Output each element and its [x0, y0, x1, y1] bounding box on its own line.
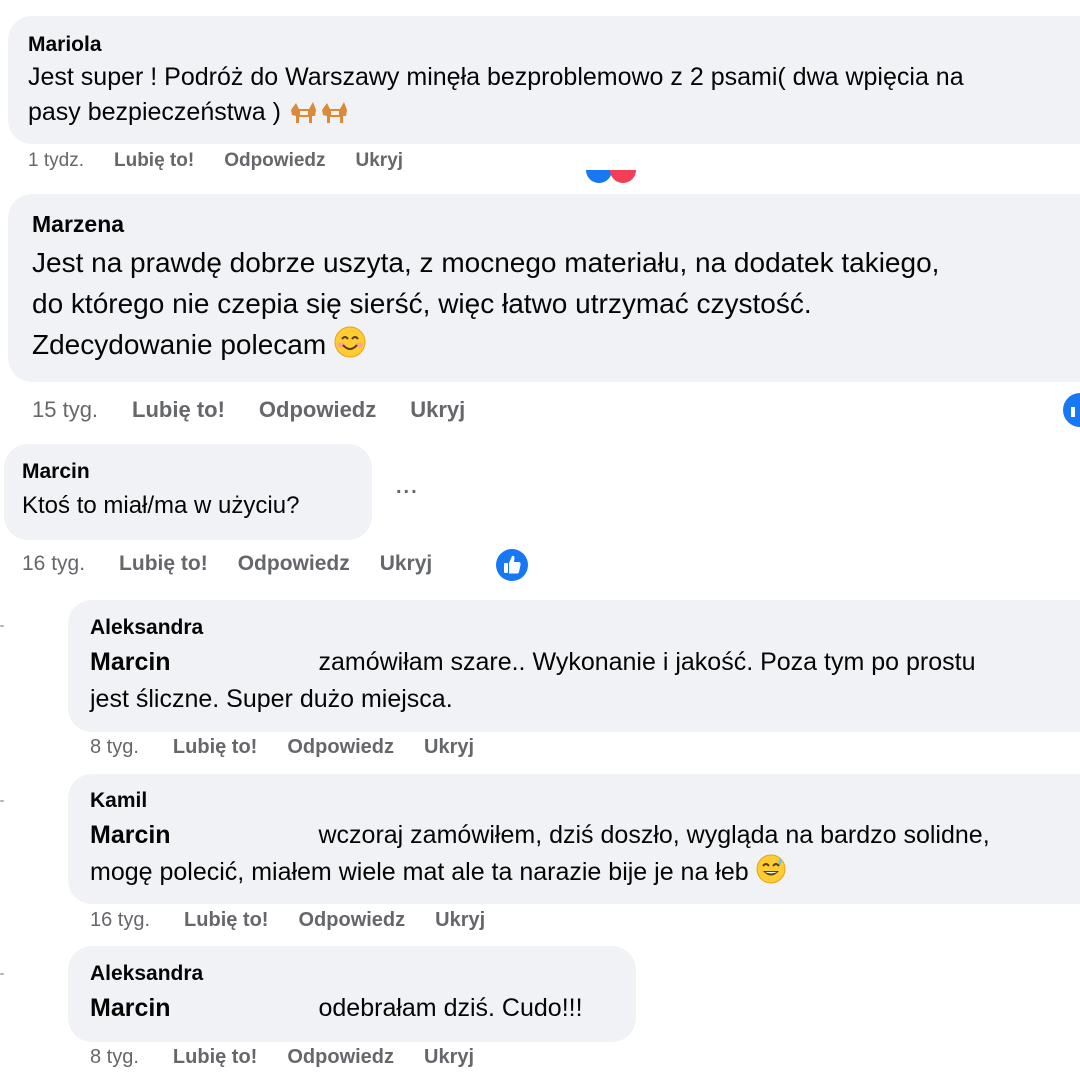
thread-line-mark: [0, 625, 4, 627]
reply-text-line: Marcin zamówiłam szare.. Wykonanie i jak…: [90, 644, 975, 681]
comments-thread: Mariola Jest super ! Podróż do Warszawy …: [0, 0, 1080, 1080]
comment-text-line: Jest super ! Podróż do Warszawy minęła b…: [28, 63, 964, 91]
like-button[interactable]: Lubię to!: [114, 150, 194, 172]
like-reaction-icon[interactable]: [495, 548, 529, 587]
thread-line-mark: [0, 973, 4, 975]
reply-button[interactable]: Odpowiedz: [298, 909, 405, 932]
comment-actions: 16 tyg. Lubię to! Odpowiedz Ukryj: [22, 552, 432, 576]
comment-text-line: do którego nie czepia się sierść, więc ł…: [32, 288, 812, 319]
like-button[interactable]: Lubię to!: [173, 736, 257, 759]
comment-text-line: Ktoś to miał/ma w użyciu?: [22, 492, 300, 519]
like-button[interactable]: Lubię to!: [184, 909, 268, 932]
comment-text-line: Jest na prawdę dobrze uszyta, z mocnego …: [32, 247, 940, 278]
comment-actions: 15 tyg. Lubię to! Odpowiedz Ukryj: [32, 397, 465, 423]
like-button[interactable]: Lubię to!: [119, 552, 208, 576]
reply-text: Marcin odebrałam dziś. Cudo!!!: [90, 990, 583, 1027]
hide-button[interactable]: Ukryj: [356, 150, 404, 172]
reply-text: Marcin wczoraj zamówiłem, dziś doszło, w…: [90, 817, 990, 895]
comment-author[interactable]: Mariola: [28, 33, 102, 57]
more-options-button[interactable]: ...: [396, 476, 419, 499]
comment-text-line: Zdecydowanie polecam: [32, 324, 939, 369]
reply-button[interactable]: Odpowiedz: [259, 397, 376, 423]
hide-button[interactable]: Ukryj: [380, 552, 433, 576]
mention-tag[interactable]: Marcin: [90, 821, 171, 849]
comment-text-line-end: pasy bezpieczeństwa ): [28, 97, 281, 126]
reply-actions: 16 tyg. Lubię to! Odpowiedz Ukryj: [90, 909, 485, 932]
reply-actions: 8 tyg. Lubię to! Odpowiedz Ukryj: [90, 1046, 474, 1069]
comment-text: Jest na prawdę dobrze uszyta, z mocnego …: [32, 242, 939, 369]
comment-author[interactable]: Marcin: [22, 460, 90, 484]
reply-button[interactable]: Odpowiedz: [287, 736, 394, 759]
reply-text-line: mogę polecić, miałem wiele mat ale ta na…: [90, 854, 990, 895]
reply-text-line: Marcin wczoraj zamówiłem, dziś doszło, w…: [90, 817, 990, 854]
thread-line-mark: [0, 800, 4, 802]
hide-button[interactable]: Ukryj: [435, 909, 485, 932]
comment-text-line-end: Zdecydowanie polecam: [32, 329, 327, 360]
reply-text-line: jest śliczne. Super dużo miejsca.: [90, 685, 453, 713]
mention-tag[interactable]: Marcin: [90, 648, 171, 676]
hide-button[interactable]: Ukryj: [424, 736, 474, 759]
reply-time[interactable]: 8 tyg.: [90, 1046, 139, 1069]
smile-emoji-icon: [334, 326, 366, 369]
reply-author[interactable]: Aleksandra: [90, 962, 203, 986]
comment-text: Jest super ! Podróż do Warszawy minęła b…: [28, 60, 964, 133]
comment-actions: 1 tydz. Lubię to! Odpowiedz Ukryj: [28, 150, 403, 172]
comment-time[interactable]: 15 tyg.: [32, 397, 98, 423]
like-button[interactable]: Lubię to!: [132, 397, 225, 423]
reaction-icons[interactable]: [586, 170, 650, 189]
reply-time[interactable]: 16 tyg.: [90, 909, 150, 932]
reply-text-line-start: wczoraj zamówiłem, dziś doszło, wygląda …: [318, 821, 990, 849]
hide-button[interactable]: Ukryj: [410, 397, 465, 423]
reply-text-line-end: mogę polecić, miałem wiele mat ale ta na…: [90, 858, 749, 886]
reply-author[interactable]: Kamil: [90, 789, 147, 813]
sweat-smile-emoji-icon: [756, 854, 786, 895]
comment-text-line: pasy bezpieczeństwa ): [28, 95, 964, 134]
reply-text: Marcin zamówiłam szare.. Wykonanie i jak…: [90, 644, 975, 718]
comment-time[interactable]: 1 tydz.: [28, 150, 84, 172]
reply-text-line-start: odebrałam dziś. Cudo!!!: [318, 994, 583, 1022]
reply-button[interactable]: Odpowiedz: [224, 150, 325, 172]
comment-text: Ktoś to miał/ma w użyciu?: [22, 489, 299, 522]
comment-time[interactable]: 16 tyg.: [22, 552, 85, 576]
reply-author[interactable]: Aleksandra: [90, 616, 203, 640]
reply-actions: 8 tyg. Lubię to! Odpowiedz Ukryj: [90, 736, 474, 759]
reply-text-line-start: zamówiłam szare.. Wykonanie i jakość. Po…: [318, 648, 976, 676]
mention-tag[interactable]: Marcin: [90, 994, 171, 1022]
like-button[interactable]: Lubię to!: [173, 1046, 257, 1069]
reply-time[interactable]: 8 tyg.: [90, 736, 139, 759]
dog-icon: [288, 98, 350, 134]
reply-text-line: Marcin odebrałam dziś. Cudo!!!: [90, 990, 583, 1027]
comment-author[interactable]: Marzena: [32, 211, 124, 238]
like-reaction-icon[interactable]: [1060, 392, 1080, 433]
reply-button[interactable]: Odpowiedz: [287, 1046, 394, 1069]
hide-button[interactable]: Ukryj: [424, 1046, 474, 1069]
reply-button[interactable]: Odpowiedz: [238, 552, 350, 576]
